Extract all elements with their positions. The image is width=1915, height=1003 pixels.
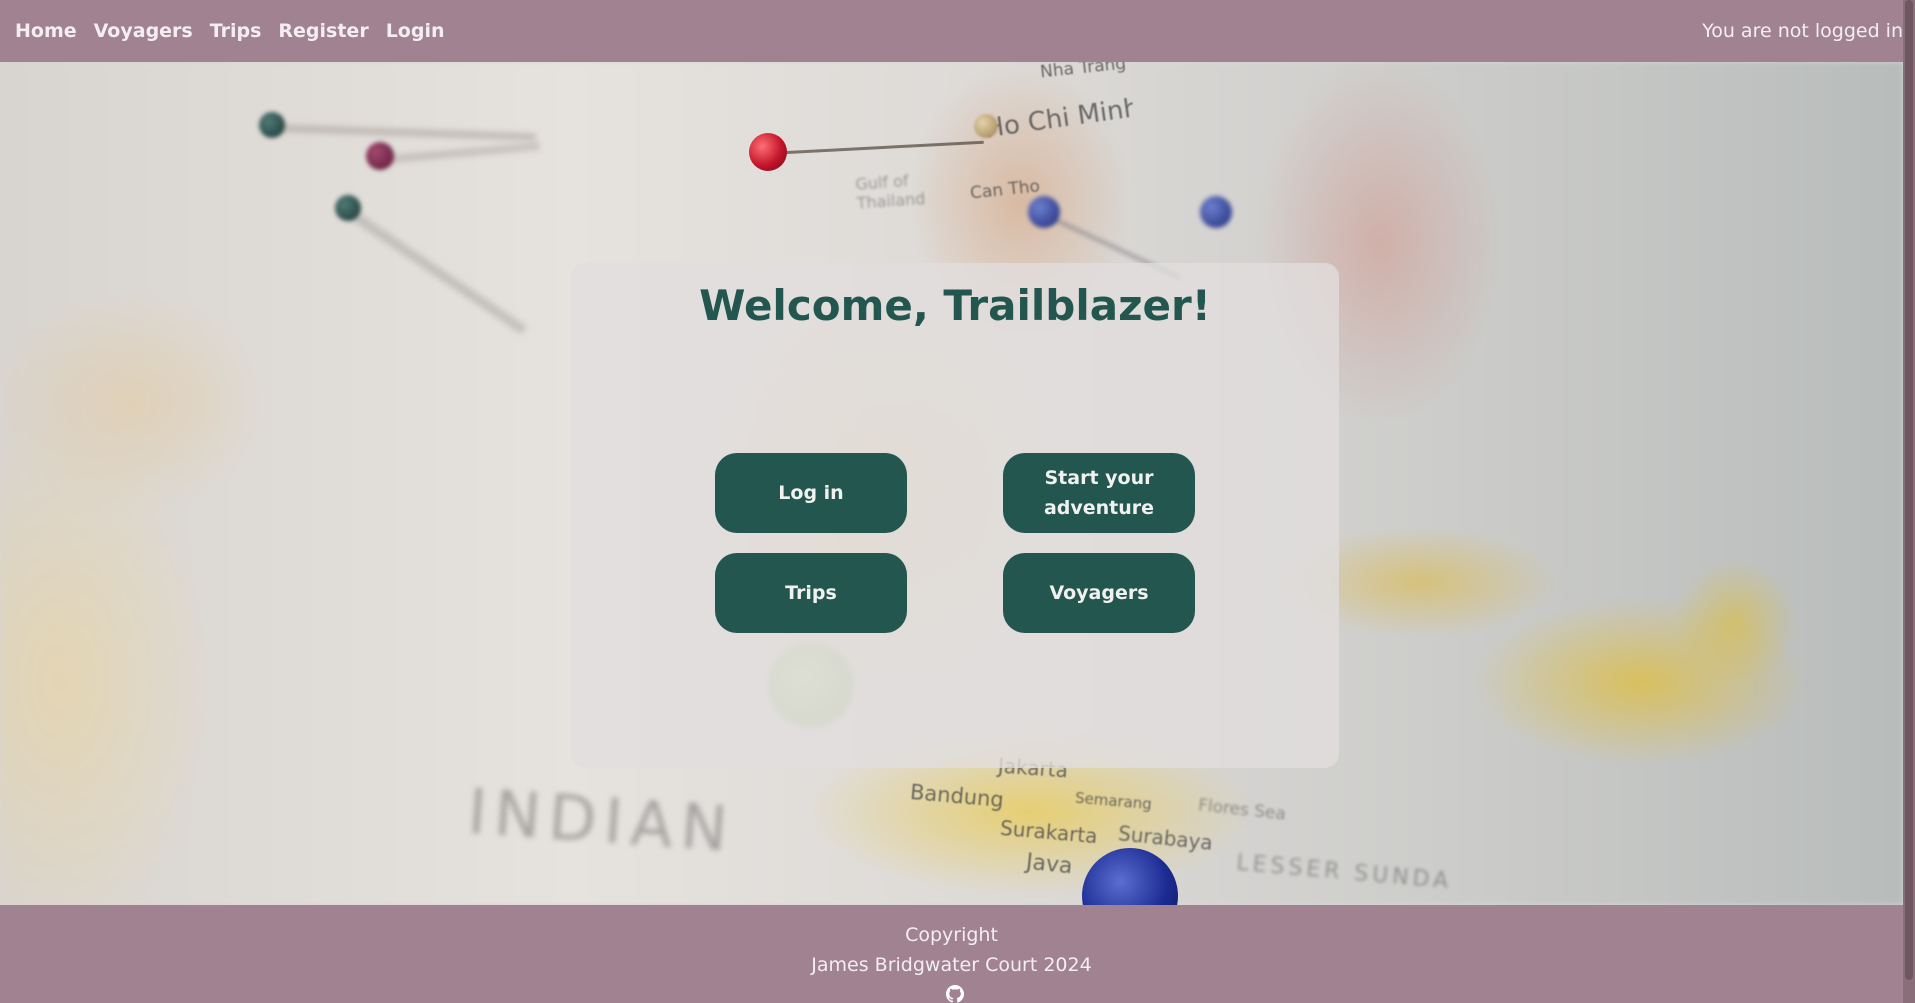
dark-pin-icon: [259, 112, 285, 138]
blue-pin-icon: [1028, 196, 1060, 228]
pin-head-icon: [974, 114, 998, 138]
map-label-gulf: Gulf of Thailand: [854, 171, 926, 213]
trips-button-label: Trips: [785, 582, 837, 604]
github-icon[interactable]: [946, 985, 964, 1003]
nav-link-login[interactable]: Login: [386, 20, 445, 42]
login-status-text: You are not logged in: [1702, 20, 1903, 42]
voyagers-button[interactable]: Voyagers: [1003, 553, 1195, 633]
navbar: Home Voyagers Trips Register Login You a…: [0, 0, 1903, 62]
welcome-card: Welcome, Trailblazer! Log in Start your …: [571, 263, 1339, 768]
nav-link-home[interactable]: Home: [15, 20, 77, 42]
footer-copyright: Copyright: [905, 924, 998, 946]
page-scrollbar[interactable]: [1903, 0, 1915, 1003]
log-in-button[interactable]: Log in: [715, 453, 907, 533]
log-in-button-label: Log in: [778, 482, 844, 504]
nav-links: Home Voyagers Trips Register Login: [0, 20, 462, 42]
scrollbar-thumb[interactable]: [1905, 0, 1913, 980]
map-label-java: Java: [1024, 849, 1074, 880]
start-adventure-button[interactable]: Start your adventure: [1003, 453, 1195, 533]
footer: Copyright James Bridgwater Court 2024: [0, 905, 1903, 1003]
maroon-pin-icon: [366, 142, 394, 170]
dark-pin-icon: [335, 195, 361, 221]
footer-author: James Bridgwater Court 2024: [811, 954, 1092, 976]
page: Home Voyagers Trips Register Login You a…: [0, 0, 1915, 1003]
start-adventure-button-label: Start your adventure: [1043, 467, 1155, 519]
trips-button[interactable]: Trips: [715, 553, 907, 633]
blue-pin-icon: [1200, 196, 1232, 228]
nav-link-voyagers[interactable]: Voyagers: [94, 20, 193, 42]
red-pin-icon: [749, 133, 787, 171]
voyagers-button-label: Voyagers: [1049, 582, 1149, 604]
nav-link-register[interactable]: Register: [278, 20, 368, 42]
welcome-title: Welcome, Trailblazer!: [699, 281, 1211, 330]
nav-link-trips[interactable]: Trips: [210, 20, 262, 42]
